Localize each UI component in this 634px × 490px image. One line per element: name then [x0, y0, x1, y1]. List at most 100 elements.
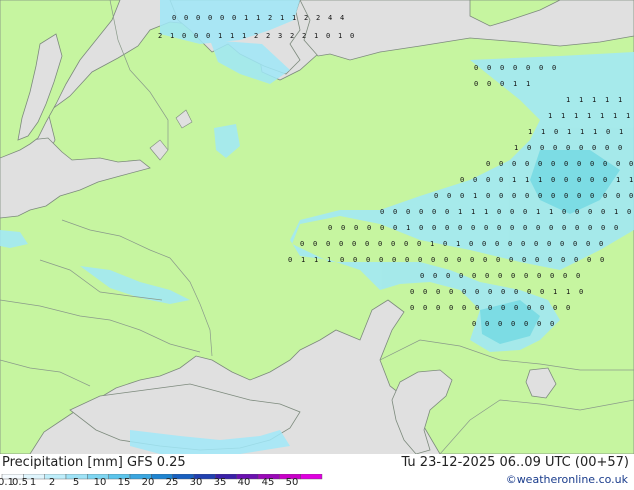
precip-value-marker: 0	[603, 176, 607, 184]
precip-value-marker: 1	[406, 224, 410, 232]
precip-value-marker: 1	[528, 128, 532, 136]
precip-value-marker: 0	[391, 240, 395, 248]
precip-value-marker: 0	[527, 288, 531, 296]
precip-value-marker: 1	[512, 176, 516, 184]
precip-value-marker: 0	[554, 128, 558, 136]
precipitation-map: 0000001121122442100011122322101000000000…	[0, 0, 634, 454]
precip-value-marker: 0	[220, 14, 224, 22]
precip-value-marker: 0	[495, 240, 499, 248]
precip-value-marker: 1	[456, 240, 460, 248]
precip-value-marker: 1	[605, 96, 609, 104]
precip-value-marker: 0	[548, 256, 552, 264]
precip-value-marker: 0	[194, 32, 198, 40]
precip-value-marker: 0	[473, 176, 477, 184]
precip-value-marker: 0	[458, 224, 462, 232]
precip-value-marker: 1	[613, 112, 617, 120]
precip-value-marker: 0	[366, 256, 370, 264]
precip-value-marker: 0	[232, 14, 236, 22]
precip-value-marker: 0	[537, 320, 541, 328]
precip-value-marker: 0	[196, 14, 200, 22]
precip-value-marker: 0	[577, 192, 581, 200]
scale-tick-label: 25	[165, 477, 179, 488]
precip-value-marker: 0	[499, 192, 503, 200]
precip-value-marker: 3	[278, 32, 282, 40]
precip-value-marker: 0	[445, 224, 449, 232]
precip-value-marker: 0	[566, 144, 570, 152]
precip-value-marker: 1	[553, 288, 557, 296]
precip-value-marker: 1	[561, 112, 565, 120]
precip-value-marker: 0	[586, 240, 590, 248]
precip-value-marker: 0	[326, 32, 330, 40]
precip-value-marker: 0	[629, 160, 633, 168]
precip-value-marker: 1	[170, 32, 174, 40]
map-canvas: 0 0 0 0 0 0 1 1 2 1 1 2 2 4 42 1 0 0 0 1 1 1 2 2 3 2 2 1 0 1 00 0 0 0 0 0 00…	[0, 0, 634, 454]
precip-value-marker: 0	[449, 288, 453, 296]
precip-value-marker: 1	[242, 32, 246, 40]
precip-value-marker: 0	[471, 224, 475, 232]
precip-value-marker: 0	[540, 288, 544, 296]
precip-value-marker: 0	[511, 272, 515, 280]
precip-value-marker: 0	[512, 192, 516, 200]
precip-value-marker: 0	[444, 256, 448, 264]
precip-value-marker: 0	[540, 304, 544, 312]
precip-value-marker: 0	[208, 14, 212, 22]
precip-value-marker: 0	[410, 288, 414, 296]
precip-value-marker: 0	[172, 14, 176, 22]
scale-tick-label: 20	[141, 477, 155, 488]
precip-value-marker: 0	[483, 256, 487, 264]
scale-tick-label: 0.5	[12, 477, 28, 488]
precip-value-marker: 0	[527, 304, 531, 312]
precip-value-marker: 0	[553, 304, 557, 312]
precip-value-marker: 0	[524, 320, 528, 328]
precip-value-marker: 1	[566, 96, 570, 104]
precip-value-marker: 0	[341, 224, 345, 232]
precip-value-marker: 0	[511, 320, 515, 328]
precip-value-marker: 0	[629, 192, 633, 200]
precip-value-marker: 0	[560, 240, 564, 248]
precip-value-marker: 0	[616, 160, 620, 168]
precip-value-marker: 0	[434, 192, 438, 200]
precip-value-marker: 1	[218, 32, 222, 40]
precip-value-marker: 0	[300, 240, 304, 248]
precip-value-marker: 0	[432, 224, 436, 232]
precip-value-marker: 2	[158, 32, 162, 40]
scale-tick-label: 15	[117, 477, 131, 488]
precip-value-marker: 0	[410, 304, 414, 312]
attribution-link[interactable]: ©weatheronline.co.uk	[506, 473, 628, 486]
precip-value-marker: 0	[487, 64, 491, 72]
precip-value-marker: 0	[418, 256, 422, 264]
precip-value-marker: 0	[550, 320, 554, 328]
precip-value-marker: 0	[420, 272, 424, 280]
precip-value-marker: 0	[313, 240, 317, 248]
precip-value-marker: 0	[184, 14, 188, 22]
precip-value-marker: 0	[498, 320, 502, 328]
precip-value-marker: 0	[378, 240, 382, 248]
precip-value-marker: 1	[514, 144, 518, 152]
precip-value-marker: 0	[436, 304, 440, 312]
footer-bar: Precipitation [mm] GFS 0.25 Tu 23-12-202…	[0, 454, 634, 490]
precip-value-marker: 1	[549, 208, 553, 216]
precip-value-marker: 2	[268, 14, 272, 22]
precip-value-marker: 0	[431, 256, 435, 264]
precip-value-marker: 0	[562, 224, 566, 232]
precip-value-marker: 0	[393, 224, 397, 232]
precip-value-marker: 0	[485, 272, 489, 280]
precip-value-marker: 1	[600, 112, 604, 120]
precip-value-marker: 0	[525, 160, 529, 168]
precip-value-marker: 0	[460, 176, 464, 184]
precip-value-marker: 0	[488, 288, 492, 296]
precip-value-marker: 2	[304, 14, 308, 22]
precip-value-marker: 0	[526, 64, 530, 72]
precip-value-marker: 0	[367, 224, 371, 232]
scale-tick-label: 35	[213, 477, 227, 488]
precip-value-marker: 0	[354, 224, 358, 232]
precip-value-marker: 0	[513, 64, 517, 72]
precip-value-marker: 0	[566, 304, 570, 312]
precip-value-marker: 0	[540, 144, 544, 152]
precip-value-marker: 1	[566, 288, 570, 296]
precip-value-marker: 0	[475, 288, 479, 296]
precip-value-marker: 1	[327, 256, 331, 264]
precip-value-marker: 1	[244, 14, 248, 22]
precip-value-marker: 0	[288, 256, 292, 264]
precip-value-marker: 0	[564, 160, 568, 168]
